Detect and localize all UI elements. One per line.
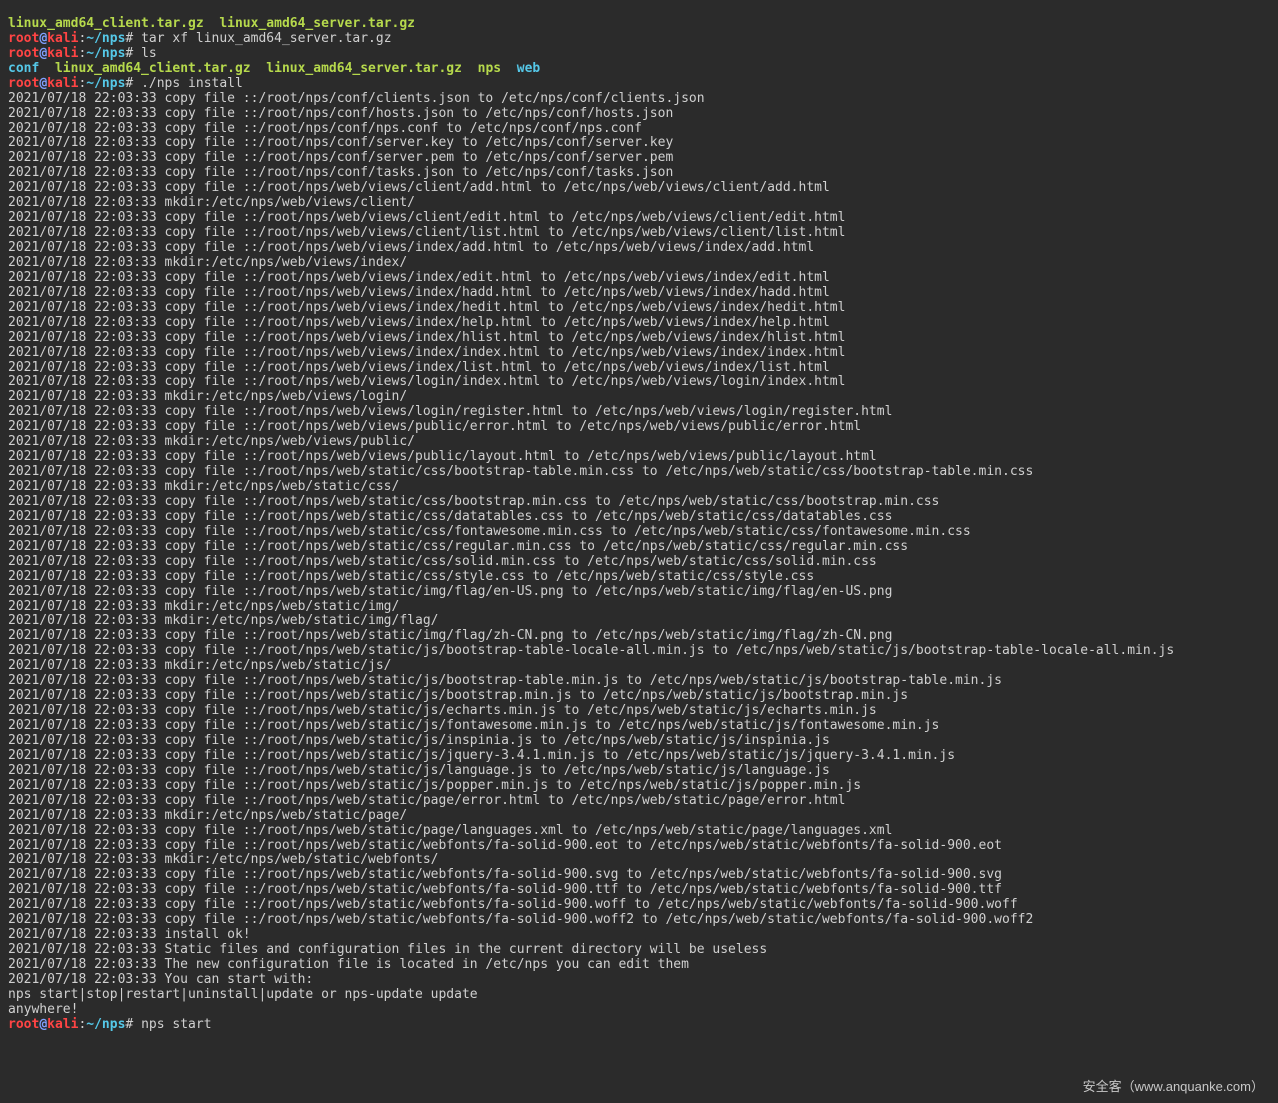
prompt-path: ~/nps xyxy=(86,1017,125,1032)
cmd-install: ./nps install xyxy=(141,76,243,91)
ls-nps: nps xyxy=(478,61,501,76)
ls-conf: conf xyxy=(8,61,39,76)
prompt-hash: # xyxy=(125,31,133,46)
cmd-start: nps start xyxy=(141,1017,211,1032)
top-file-client: linux_amd64_client.tar.gz xyxy=(8,16,204,31)
prompt-user: root xyxy=(8,1017,39,1032)
prompt-host: kali xyxy=(47,46,78,61)
ls-server: linux_amd64_server.tar.gz xyxy=(266,61,462,76)
prompt-host: kali xyxy=(47,1017,78,1032)
prompt-user: root xyxy=(8,76,39,91)
cmd-ls: ls xyxy=(141,46,157,61)
prompt-path: ~/nps xyxy=(86,46,125,61)
prompt-hash: # xyxy=(125,76,133,91)
top-file-server: linux_amd64_server.tar.gz xyxy=(219,16,415,31)
prompt-host: kali xyxy=(47,31,78,46)
prompt-at: @ xyxy=(39,76,47,91)
anywhere-line: anywhere! xyxy=(8,1002,78,1017)
terminal-window[interactable]: linux_amd64_client.tar.gz linux_amd64_se… xyxy=(0,0,1278,1043)
watermark-text: 安全客（www.anquanke.com） xyxy=(1083,1080,1264,1095)
prompt-host: kali xyxy=(47,76,78,91)
prompt-hash: # xyxy=(125,1017,133,1032)
ls-client: linux_amd64_client.tar.gz xyxy=(55,61,251,76)
prompt-at: @ xyxy=(39,1017,47,1032)
install-log-output: 2021/07/18 22:03:33 copy file ::/root/np… xyxy=(8,91,1174,987)
usage-line: nps start|stop|restart|uninstall|update … xyxy=(8,987,478,1002)
prompt-path: ~/nps xyxy=(86,31,125,46)
prompt-at: @ xyxy=(39,31,47,46)
cmd-tar: tar xf linux_amd64_server.tar.gz xyxy=(141,31,391,46)
prompt-user: root xyxy=(8,31,39,46)
ls-web: web xyxy=(517,61,540,76)
prompt-path: ~/nps xyxy=(86,76,125,91)
prompt-hash: # xyxy=(125,46,133,61)
prompt-at: @ xyxy=(39,46,47,61)
prompt-user: root xyxy=(8,46,39,61)
